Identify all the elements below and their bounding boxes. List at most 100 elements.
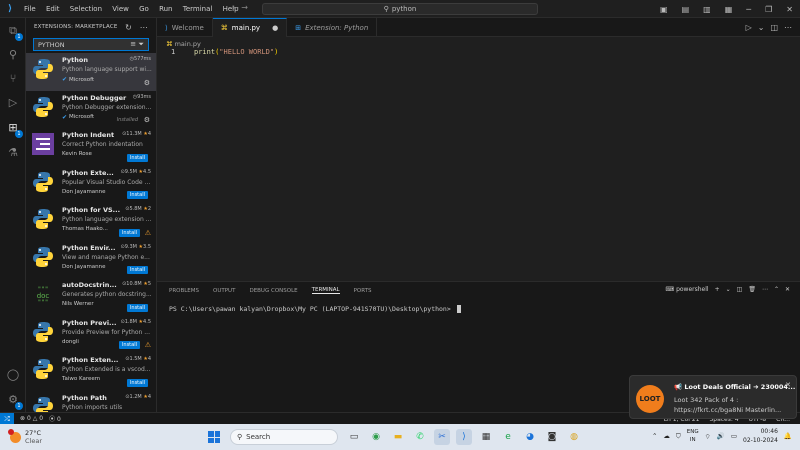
- extension-item[interactable]: Python for VS... ⊙5.8M ★2 Python language …: [26, 203, 156, 241]
- store-icon[interactable]: ▦: [478, 429, 494, 445]
- notifications-icon[interactable]: 🔔: [784, 432, 792, 440]
- clock[interactable]: 00:46 02-10-2024: [743, 427, 778, 445]
- notification-toast[interactable]: LOOT 📢 Loot Deals Official ➔ 230004... L…: [629, 375, 797, 419]
- tab-problems[interactable]: PROBLEMS: [169, 288, 199, 294]
- task-view-icon[interactable]: ▭: [346, 429, 362, 445]
- trash-icon[interactable]: 🗑: [748, 286, 756, 293]
- command-center[interactable]: ⚲ python: [262, 3, 538, 15]
- unsaved-dot-icon[interactable]: ●: [272, 24, 278, 32]
- edge-browser-icon[interactable]: ◕: [522, 429, 538, 445]
- explorer-icon[interactable]: ⧉ 1: [6, 24, 23, 41]
- restore-icon[interactable]: ❐: [765, 5, 772, 14]
- tab-ports[interactable]: PORTS: [354, 288, 372, 294]
- new-terminal-icon[interactable]: +: [715, 286, 720, 293]
- tab-output[interactable]: OUTPUT: [213, 288, 235, 294]
- run-debug-icon[interactable]: ▷: [6, 96, 20, 110]
- account-icon[interactable]: ◯: [6, 368, 20, 382]
- tab-welcome[interactable]: ⟩ Welcome: [157, 18, 213, 37]
- close-icon[interactable]: ✕: [786, 5, 793, 14]
- install-button[interactable]: Install: [126, 191, 148, 199]
- breadcrumb[interactable]: ⌘ main.py: [166, 40, 201, 48]
- extension-item[interactable]: Python Exte... ⊙9.5M ★4.5 Popular Visual S…: [26, 166, 156, 204]
- layout-icon[interactable]: ▦: [725, 5, 733, 14]
- shell-name[interactable]: powershell: [676, 286, 709, 293]
- menu-view[interactable]: View: [112, 5, 129, 13]
- chevron-up-icon[interactable]: ⌃: [652, 432, 657, 440]
- terminal-dropdown-icon[interactable]: ⌄: [726, 286, 731, 293]
- run-python-file-icon[interactable]: ▷: [746, 23, 752, 32]
- extension-item[interactable]: Python Previ... ⊙1.8M ★4.5 Provide Preview…: [26, 316, 156, 354]
- minimize-icon[interactable]: ─: [746, 5, 751, 14]
- extension-item[interactable]: Python Path ⊙1.2M ★4 Python imports utils: [26, 391, 156, 412]
- menu-selection[interactable]: Selection: [70, 5, 102, 13]
- split-terminal-icon[interactable]: ◫: [737, 286, 743, 293]
- extensions-icon[interactable]: ⊞ 1: [6, 121, 23, 138]
- run-dropdown-icon[interactable]: ⌄: [758, 23, 765, 32]
- security-icon[interactable]: ⛉: [676, 432, 681, 441]
- tab-extension-python[interactable]: ⊞ Extension: Python: [287, 18, 378, 37]
- extensions-search-input[interactable]: PYTHON ≡ ⏷: [33, 38, 149, 51]
- vscode-icon[interactable]: ⟩: [456, 429, 472, 445]
- screen-snip-icon[interactable]: ✂: [434, 429, 450, 445]
- testing-icon[interactable]: ⚗: [6, 146, 20, 160]
- extension-item[interactable]: """ doc """ autoDocstrin... ⊙10.8M ★5 Generat…: [26, 278, 156, 316]
- install-button[interactable]: Install: [126, 153, 148, 162]
- close-icon[interactable]: ✕: [785, 381, 791, 389]
- install-button[interactable]: Install: [126, 266, 148, 274]
- tab-terminal[interactable]: TERMINAL: [311, 287, 340, 294]
- toggle-secondary-sidebar-icon[interactable]: ▥: [703, 5, 711, 14]
- menu-run[interactable]: Run: [159, 5, 172, 13]
- extension-item[interactable]: Python Indent ⊙11.3M ★4 Correct Python ind…: [26, 128, 156, 166]
- filter-icon[interactable]: ≡ ⏷: [130, 40, 144, 49]
- edge-icon[interactable]: e: [500, 429, 516, 445]
- windows-start-icon[interactable]: [208, 431, 220, 443]
- battery-icon[interactable]: ▭: [731, 432, 737, 440]
- more-actions-icon[interactable]: ⋯: [784, 23, 792, 32]
- language-indicator[interactable]: ENG IN: [687, 428, 699, 444]
- problems-status[interactable]: ⊗ 0 △ 0: [20, 415, 43, 422]
- install-button[interactable]: Install: [118, 228, 140, 237]
- loot-deals-icon: LOOT: [636, 385, 664, 413]
- chrome-icon[interactable]: ◉: [368, 429, 384, 445]
- onedrive-icon[interactable]: ☁: [663, 432, 670, 440]
- more-actions-icon[interactable]: ⋯: [762, 286, 768, 293]
- manage-gear-icon[interactable]: ⚙: [144, 79, 150, 87]
- taskbar-search-input[interactable]: ⚲ Search: [230, 429, 338, 445]
- ports-status[interactable]: ⦿ 0: [49, 414, 61, 423]
- refresh-icon[interactable]: ↻: [125, 23, 132, 32]
- search-icon[interactable]: ⚲: [6, 48, 20, 62]
- back-arrow-icon[interactable]: ←: [232, 3, 239, 12]
- remote-indicator-icon[interactable]: ⤮: [0, 412, 14, 425]
- maximize-panel-icon[interactable]: ⌃: [774, 286, 779, 293]
- install-button[interactable]: Install: [118, 341, 140, 349]
- menu-terminal[interactable]: Terminal: [183, 5, 213, 13]
- menu-edit[interactable]: Edit: [46, 5, 60, 13]
- terminal-output[interactable]: PS C:\Users\pawan kalyan\Dropbox\My PC (…: [169, 305, 461, 313]
- menu-file[interactable]: File: [24, 5, 36, 13]
- tab-debug-console[interactable]: DEBUG CONSOLE: [249, 288, 297, 294]
- more-actions-icon[interactable]: ⋯: [140, 23, 148, 32]
- close-panel-icon[interactable]: ✕: [785, 286, 790, 293]
- extension-item[interactable]: Python ◷577ms Python language support wi..…: [26, 53, 156, 91]
- forward-arrow-icon[interactable]: →: [241, 3, 248, 12]
- split-editor-icon[interactable]: ◫: [770, 23, 778, 32]
- toggle-panel-icon[interactable]: ▤: [682, 5, 690, 14]
- toggle-sidebar-icon[interactable]: ▣: [660, 5, 668, 14]
- tab-main-py[interactable]: ⌘ main.py ●: [212, 18, 288, 37]
- weather-widget[interactable]: 27°C Clear: [8, 428, 42, 445]
- file-explorer-icon[interactable]: ▬: [390, 429, 406, 445]
- source-control-icon[interactable]: ⑂: [6, 72, 20, 86]
- menu-go[interactable]: Go: [139, 5, 149, 13]
- install-button[interactable]: Install: [126, 303, 148, 312]
- whatsapp-icon[interactable]: ✆: [412, 429, 428, 445]
- wifi-icon[interactable]: ⌔: [705, 432, 711, 441]
- manage-gear-icon[interactable]: ⚙: [144, 116, 150, 124]
- extension-item[interactable]: Python Envir... ⊙9.3M ★3.5 View and manage…: [26, 241, 156, 279]
- extension-item[interactable]: Python Debugger ◷93ms Python Debugger exte…: [26, 91, 156, 129]
- install-button[interactable]: Install: [126, 378, 148, 387]
- extension-item[interactable]: Python Exten... ⊙1.5M ★4 Python Extended i…: [26, 353, 156, 391]
- chrome-canary-icon[interactable]: ◍: [566, 429, 582, 445]
- volume-icon[interactable]: 🔊: [717, 432, 725, 440]
- settings-gear-icon[interactable]: ⚙ 1: [6, 393, 23, 410]
- camera-icon[interactable]: ◙: [544, 429, 560, 445]
